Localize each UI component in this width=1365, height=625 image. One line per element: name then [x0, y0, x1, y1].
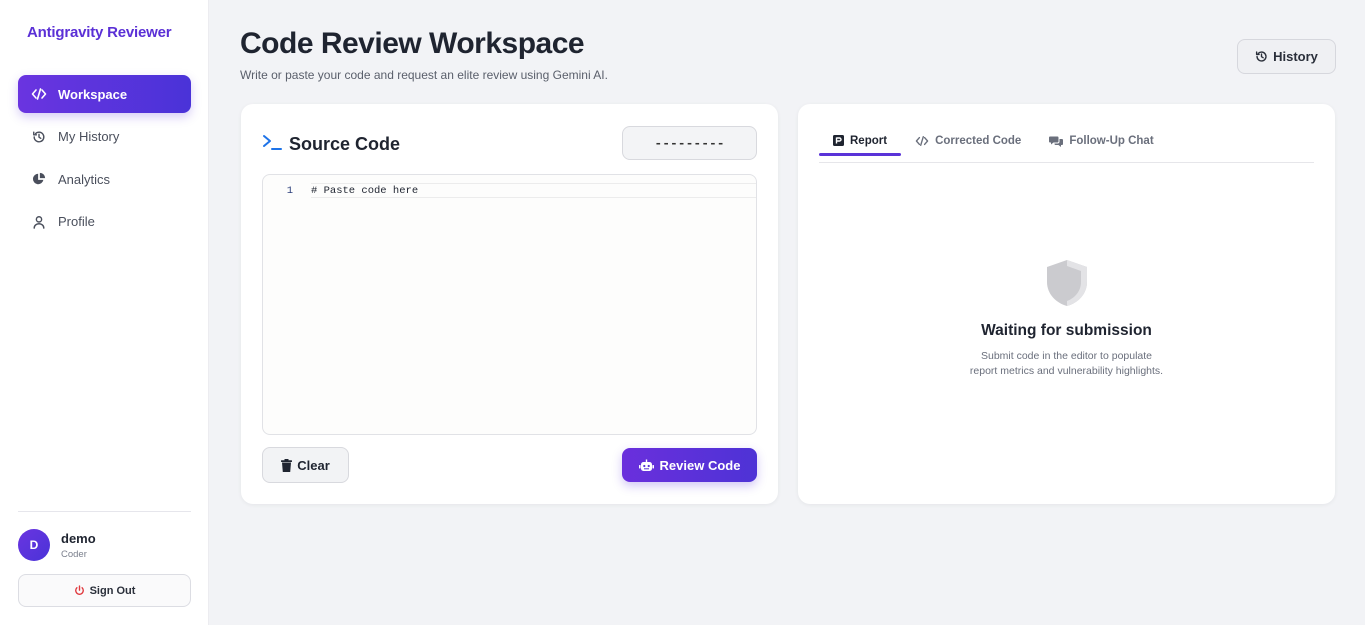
user-role: Coder: [61, 548, 87, 560]
robot-icon: [638, 459, 654, 472]
source-code-title: Source Code: [289, 134, 401, 154]
shield-icon: [798, 258, 1335, 308]
code-icon: [29, 84, 49, 104]
results-panel: Report Corrected Code Follow-Up Chat Wai…: [798, 104, 1335, 504]
line-number: 1: [286, 184, 293, 197]
results-tabs: Report Corrected Code Follow-Up Chat: [819, 125, 1314, 163]
page-title: Code Review Workspace: [240, 27, 585, 60]
pie-chart-icon: [29, 169, 49, 189]
tab-label: Report: [850, 134, 888, 147]
empty-state: Waiting for submission Submit code in th…: [798, 258, 1335, 379]
report-icon: [833, 135, 844, 146]
language-select[interactable]: ---------: [622, 126, 757, 160]
sidebar-item-label: Analytics: [58, 171, 111, 187]
user-name: demo: [61, 530, 96, 546]
brand-logo[interactable]: Antigravity Reviewer: [27, 24, 172, 41]
empty-state-title: Waiting for submission: [981, 322, 1152, 339]
sign-out-label: Sign Out: [89, 584, 136, 597]
user-card: D demo Coder: [18, 529, 96, 561]
clear-button[interactable]: Clear: [262, 447, 349, 483]
tab-corrected-code[interactable]: Corrected Code: [901, 125, 1035, 156]
sidebar-item-label: My History: [58, 129, 120, 144]
tab-label: Corrected Code: [935, 134, 1022, 147]
code-placeholder[interactable]: # Paste code here: [311, 183, 756, 198]
history-button-label: History: [1273, 49, 1318, 64]
sidebar-item-label: Workspace: [58, 86, 128, 102]
empty-state-description: Submit code in the editor to populate re…: [969, 350, 1164, 377]
sidebar-item-label: Profile: [58, 214, 95, 229]
sidebar: Antigravity Reviewer Workspace My Histor…: [0, 0, 209, 625]
source-code-panel: Source Code --------- 1 # Paste code her…: [241, 104, 778, 504]
sign-out-button[interactable]: Sign Out: [18, 574, 191, 607]
history-button[interactable]: History: [1237, 39, 1336, 74]
source-code-header: Source Code: [262, 133, 400, 156]
sidebar-item-workspace[interactable]: Workspace: [18, 75, 191, 113]
editor-line: 1 # Paste code here: [263, 183, 756, 198]
history-icon: [1255, 50, 1268, 63]
trash-icon: [281, 458, 293, 472]
sidebar-item-analytics[interactable]: Analytics: [18, 160, 191, 198]
chat-icon: [1049, 135, 1064, 147]
review-code-label: Review Code: [659, 457, 741, 473]
review-code-button[interactable]: Review Code: [622, 448, 757, 482]
sidebar-nav: Workspace My History Analytics Profile: [18, 75, 191, 245]
history-icon: [29, 127, 49, 147]
power-icon: [74, 585, 85, 596]
avatar: D: [18, 529, 50, 561]
code-editor[interactable]: 1 # Paste code here: [262, 174, 757, 435]
code-icon: [915, 135, 929, 147]
tab-report[interactable]: Report: [819, 125, 902, 156]
terminal-icon: [262, 133, 283, 156]
clear-button-label: Clear: [297, 457, 330, 473]
sidebar-divider: [18, 511, 191, 512]
sidebar-item-profile[interactable]: Profile: [18, 203, 191, 241]
page-subtitle: Write or paste your code and request an …: [240, 68, 608, 82]
tab-label: Follow-Up Chat: [1069, 134, 1154, 147]
sidebar-item-my-history[interactable]: My History: [18, 118, 191, 156]
tab-follow-up-chat[interactable]: Follow-Up Chat: [1035, 125, 1167, 156]
user-icon: [29, 212, 49, 232]
